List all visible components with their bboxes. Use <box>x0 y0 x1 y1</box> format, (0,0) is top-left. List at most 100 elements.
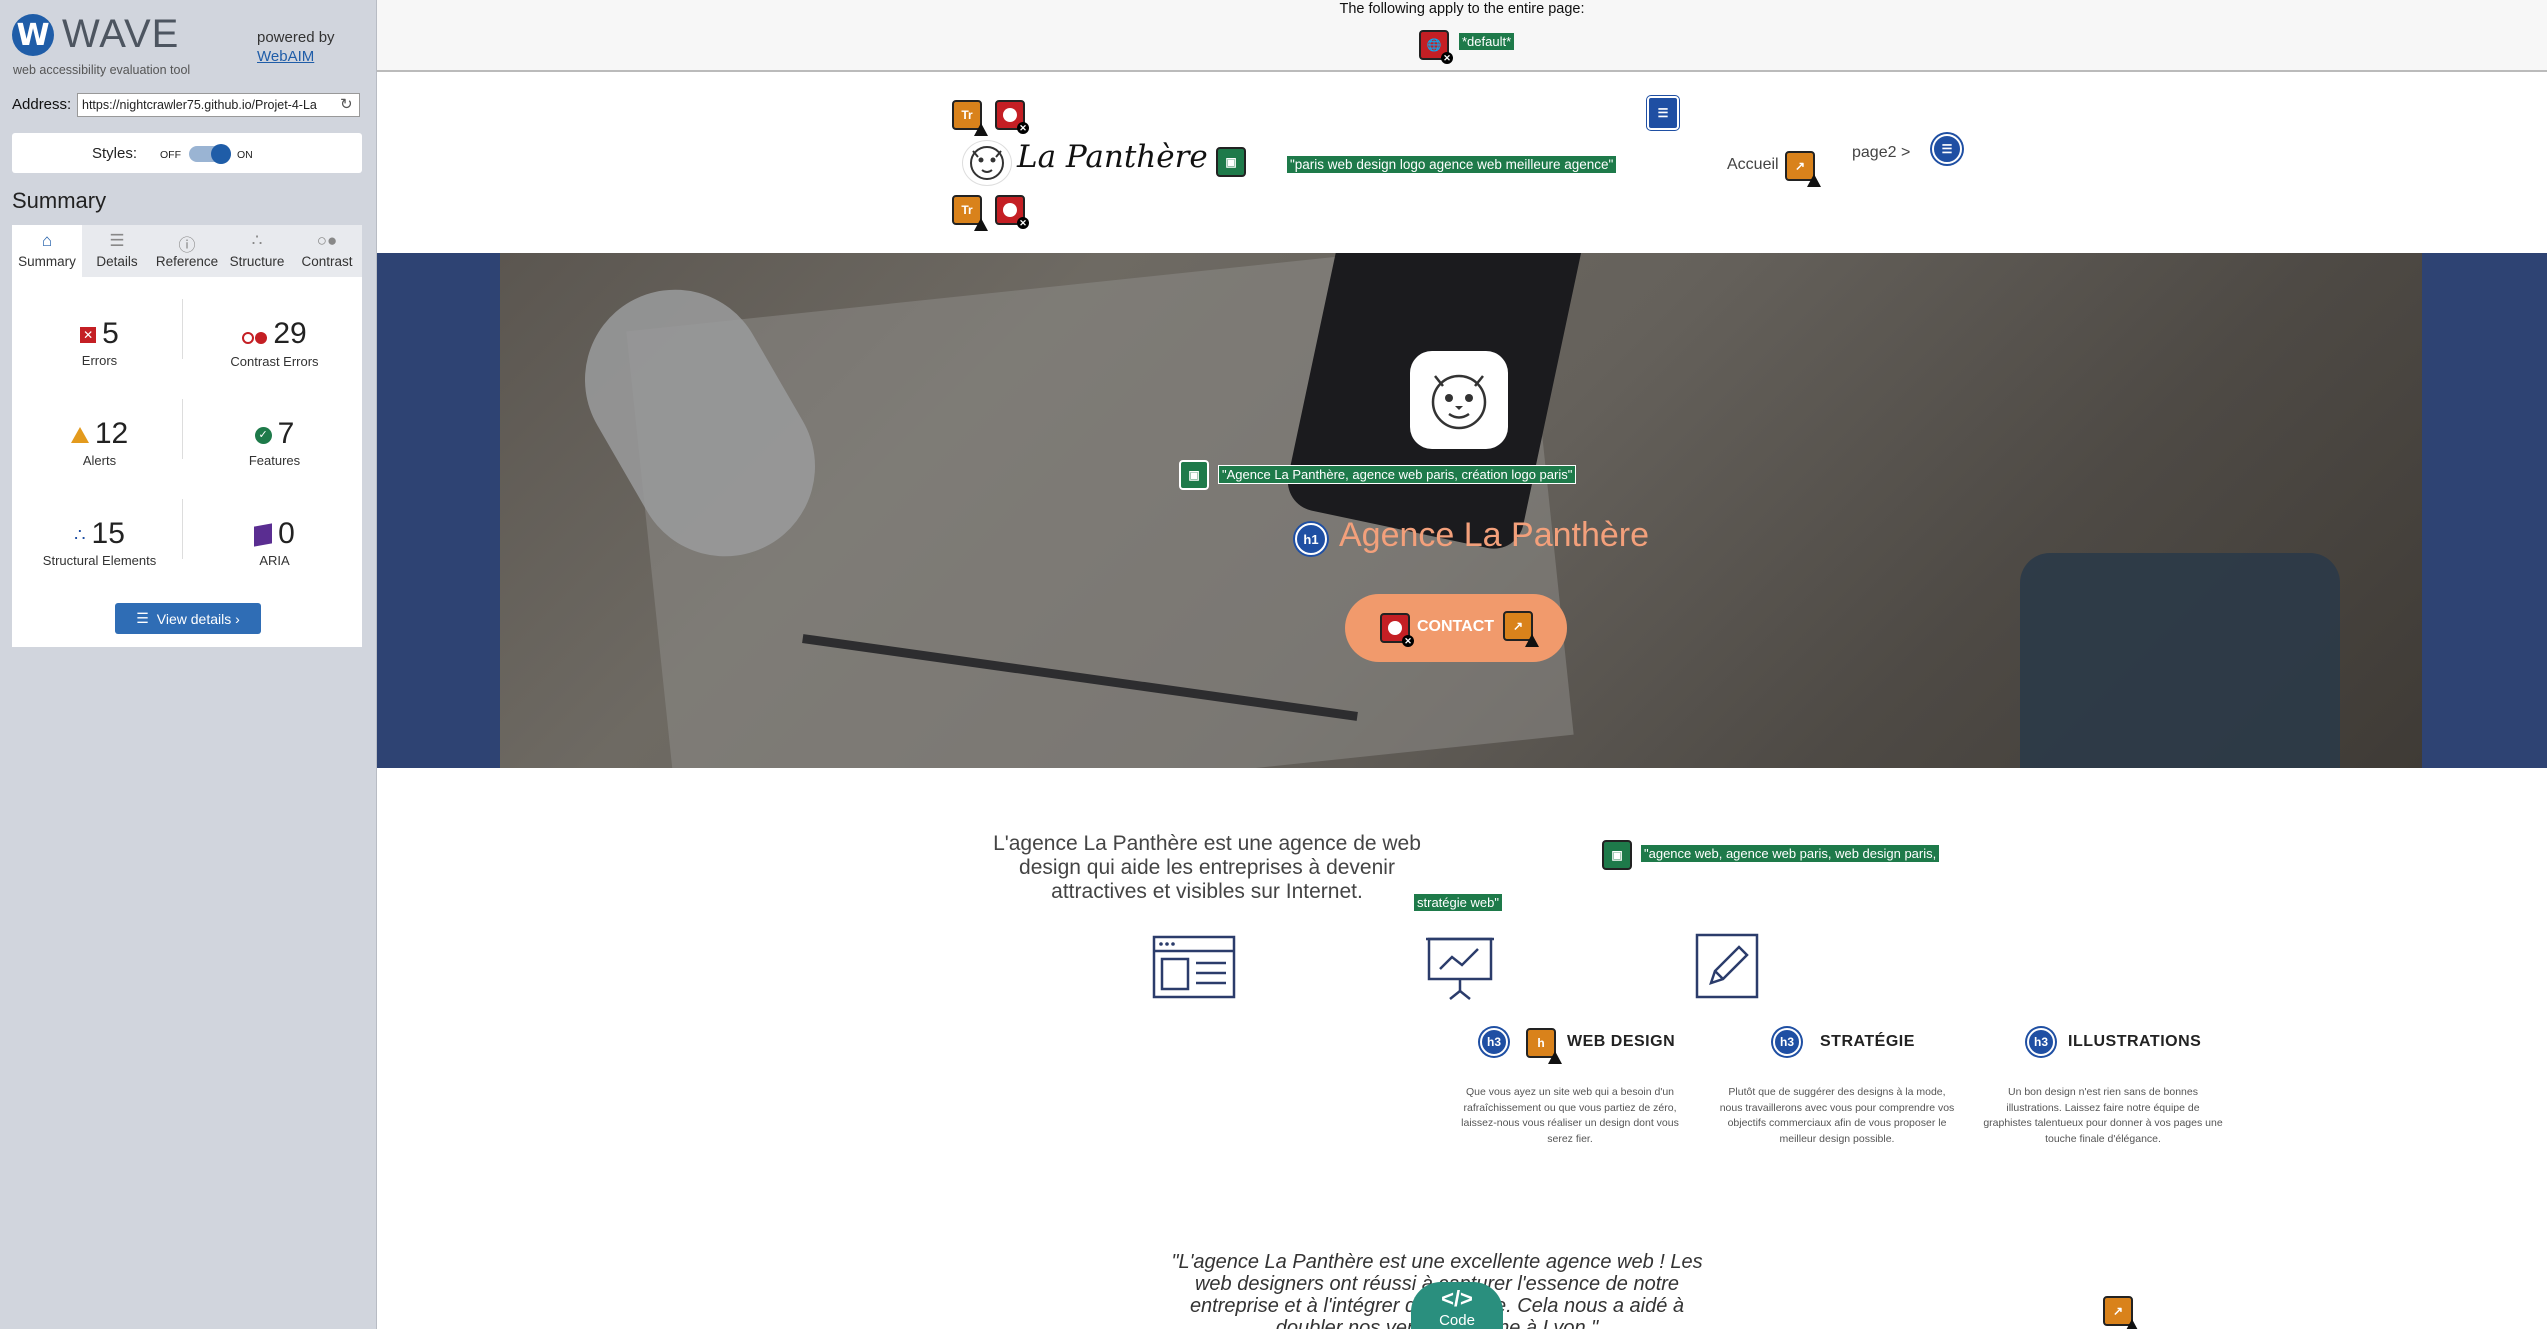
alert-icon-bottom[interactable]: ↗ <box>2103 1296 2139 1329</box>
structural-label: Structural Elements <box>42 553 157 568</box>
styles-off-label: OFF <box>160 149 181 161</box>
h1-badge-label: h1 <box>1303 531 1319 547</box>
list-structure-icon[interactable]: ☰ <box>1932 134 1962 164</box>
features-label: Features <box>248 453 301 468</box>
alt-text-feature-icon[interactable]: ▣ <box>1216 147 1246 177</box>
h3-structure-icon[interactable]: h3 <box>2027 1028 2055 1056</box>
info-icon: ⓘ <box>178 236 196 255</box>
service-text-strategie: Plutôt que de suggérer des designs à la … <box>1719 1086 1955 1145</box>
contrast-error-icon[interactable]: ✕ <box>1380 613 1414 647</box>
aria-label: ARIA <box>259 553 290 568</box>
nav-link-accueil[interactable]: Accueil <box>1727 156 1779 174</box>
alerts-count: 12 <box>94 417 129 450</box>
feature-icon: ✓ <box>254 426 272 444</box>
nav-link-page2[interactable]: page2 > <box>1852 144 1910 162</box>
reload-icon[interactable]: ↻ <box>340 95 353 113</box>
features-count: 7 <box>277 417 295 450</box>
summary-panel: ✕ 5 Errors 29 Contrast Errors 12 Alerts ✓… <box>12 277 362 647</box>
hero-section <box>377 253 2547 768</box>
structural-count: 15 <box>91 517 125 550</box>
wave-tagline: web accessibility evaluation tool <box>13 63 191 77</box>
alt-text-feature-icon[interactable]: ▣ <box>1602 840 1632 870</box>
summary-title: Summary <box>12 188 107 213</box>
contrast-error-icon[interactable]: ✕ <box>995 195 1029 229</box>
styles-label: Styles: <box>92 145 138 162</box>
powered-by-text: powered by <box>257 29 335 46</box>
h3-badge-label: h3 <box>1486 1035 1501 1049</box>
home-icon: ⌂ <box>41 231 53 250</box>
h3-badge-label: h3 <box>2033 1035 2048 1049</box>
tab-structure[interactable]: ∴ Structure <box>222 225 292 277</box>
wave-app-name: WAVE <box>62 12 180 56</box>
h1-structure-icon[interactable]: h1 <box>1295 523 1327 555</box>
tiny-text-label: Tr <box>961 108 973 122</box>
h3-structure-icon[interactable]: h3 <box>1480 1028 1508 1056</box>
warning-triangle-icon <box>974 218 988 231</box>
stat-errors[interactable]: ✕ 5 Errors <box>12 317 187 368</box>
warning-triangle-icon <box>2125 1319 2139 1329</box>
contrast-icon: ○● <box>316 231 338 250</box>
tab-details[interactable]: ☰ Details <box>82 225 152 277</box>
tab-reference[interactable]: ⓘ Reference <box>152 225 222 277</box>
hero-background-image <box>500 253 2422 768</box>
list-icon: ☰ <box>109 231 125 250</box>
hero-panther-logo <box>1410 351 1508 449</box>
tab-contrast-label: Contrast <box>301 254 353 269</box>
tab-contrast[interactable]: ○● Contrast <box>292 225 362 277</box>
alert-tiny-text-icon[interactable]: Tr <box>952 195 988 231</box>
styles-on-label: ON <box>237 149 253 161</box>
code-toggle-button[interactable]: </> Code <box>1411 1282 1503 1329</box>
error-x-icon: ✕ <box>1441 52 1453 64</box>
tiny-text-label: Tr <box>961 203 973 217</box>
alert-icon <box>70 427 89 444</box>
panther-icon <box>1431 374 1487 430</box>
stat-aria[interactable]: 0 ARIA <box>187 517 362 568</box>
alert-redundant-link-icon[interactable]: ↗ <box>1503 611 1539 647</box>
alt-text-feature-icon[interactable]: ▣ <box>1179 460 1209 490</box>
alerts-label: Alerts <box>82 453 117 468</box>
nav-structure-icon[interactable]: ☰ <box>1647 96 1679 130</box>
code-button-label: Code <box>1439 1312 1475 1329</box>
h3-structure-icon[interactable]: h3 <box>1773 1028 1801 1056</box>
intro-text: L'agence La Panthère est une agence de w… <box>993 832 1421 903</box>
contact-button[interactable]: ✕ CONTACT ↗ <box>1345 594 1567 662</box>
aria-count: 0 <box>278 517 295 550</box>
alert-redundant-link-icon[interactable]: ↗ <box>1785 151 1821 187</box>
contrast-errors-count: 29 <box>273 317 307 350</box>
webaim-link[interactable]: WebAIM <box>257 48 314 65</box>
panther-icon <box>970 146 1004 180</box>
page-level-notice: The following apply to the entire page: <box>1339 1 1585 17</box>
styles-toggle[interactable] <box>189 144 231 164</box>
language-error-icon[interactable]: 🌐 ✕ <box>1419 30 1453 64</box>
error-x-icon: ✕ <box>1402 635 1414 647</box>
stat-contrast-errors[interactable]: 29 Contrast Errors <box>187 317 362 369</box>
aria-icon <box>254 523 273 547</box>
strategy-icon <box>1426 937 1494 1000</box>
styles-panel: Styles: OFF ON <box>12 133 362 173</box>
alert-tiny-text-icon[interactable]: Tr <box>952 100 988 136</box>
alert-skipped-heading-icon[interactable]: h <box>1526 1028 1562 1064</box>
intro-alt-text-line2: stratégie web" <box>1414 894 1502 911</box>
stat-features[interactable]: ✓ 7 Features <box>187 417 362 468</box>
service-text-illustrations: Un bon design n'est rien sans de bonnes … <box>1983 1086 2223 1145</box>
tab-summary[interactable]: ⌂ Summary <box>12 225 82 277</box>
service-title-web-design: WEB DESIGN <box>1567 1033 1676 1050</box>
service-title-illustrations: ILLUSTRATIONS <box>2068 1033 2202 1050</box>
contrast-error-icon[interactable]: ✕ <box>995 100 1029 134</box>
address-label: Address: <box>12 96 72 113</box>
structure-icon: ∴ <box>251 231 263 250</box>
view-details-label: View details › <box>156 610 240 627</box>
illustration-icon <box>1695 933 1759 999</box>
tab-structure-label: Structure <box>229 254 285 269</box>
wave-sidebar: W WAVE web accessibility evaluation tool… <box>0 0 377 1329</box>
address-input[interactable]: https://nightcrawler75.github.io/Projet-… <box>77 93 360 117</box>
contact-label: CONTACT <box>1417 618 1495 635</box>
styles-toggle-knob <box>211 144 231 164</box>
wave-logo-icon: W <box>12 14 54 56</box>
default-lang-tag: *default* <box>1459 33 1515 50</box>
stat-structural[interactable]: ∴ 15 Structural Elements <box>12 517 187 568</box>
view-details-button[interactable]: ☰ View details › <box>115 603 261 634</box>
structure-icon: ∴ <box>74 524 86 545</box>
stat-alerts[interactable]: 12 Alerts <box>12 417 187 468</box>
error-x-icon: ✕ <box>1017 217 1029 229</box>
